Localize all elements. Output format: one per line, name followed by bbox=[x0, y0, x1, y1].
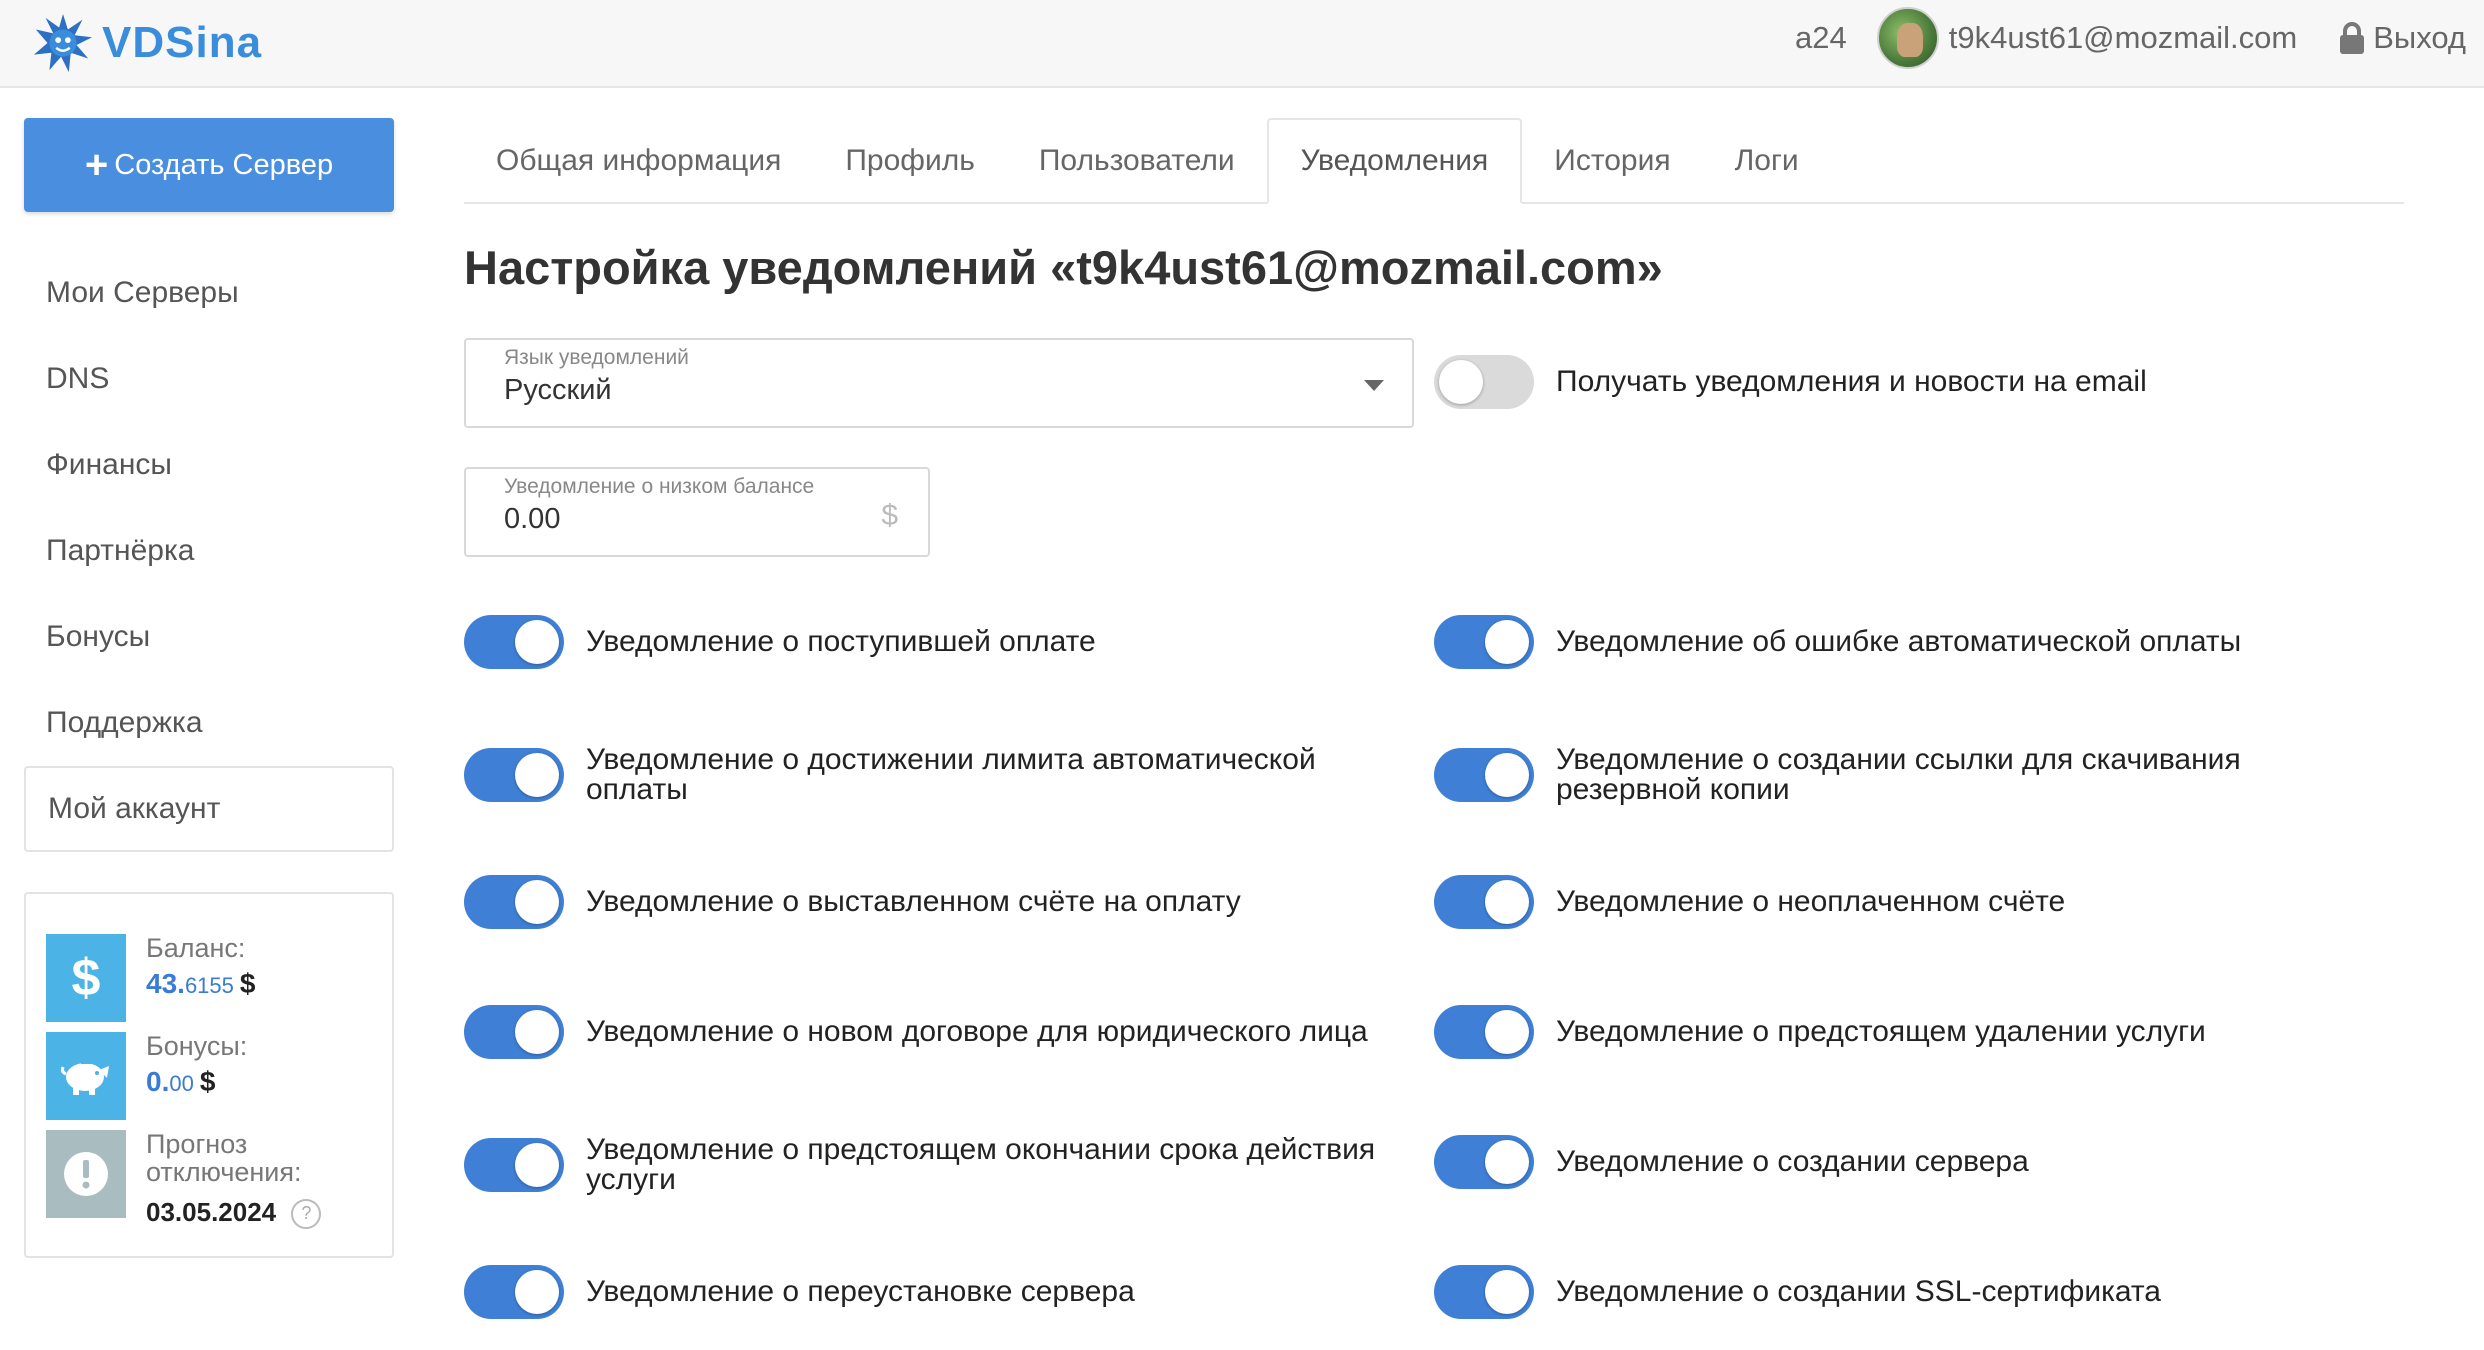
toggle-autopay-limit[interactable] bbox=[464, 748, 564, 802]
forecast-label-line1: Прогноз bbox=[146, 1129, 248, 1159]
create-server-button[interactable]: + Создать Сервер bbox=[24, 118, 394, 212]
lock-icon bbox=[2340, 22, 2365, 54]
toggle-row-autopay-error: Уведомление об ошибке автоматической опл… bbox=[1434, 615, 2394, 669]
toggle-autopay-error[interactable] bbox=[1434, 615, 1534, 669]
language-select-label: Язык уведомлений bbox=[504, 346, 689, 369]
page-title: Настройка уведомлений «t9k4ust61@mozmail… bbox=[464, 241, 1663, 294]
piggy-bank-icon bbox=[46, 1032, 126, 1120]
user-area: a24 t9k4ust61@mozmail.com Выход bbox=[1795, 0, 2466, 76]
top-header: VDSina a24 t9k4ust61@mozmail.com Выход bbox=[0, 0, 2484, 88]
balance-label: Баланс: bbox=[146, 933, 246, 963]
toggle-server-created[interactable] bbox=[1434, 1135, 1534, 1189]
account-id: a24 bbox=[1795, 20, 1847, 55]
toggle-label: Уведомление о создании SSL-сертификата bbox=[1556, 1275, 2161, 1308]
avatar[interactable] bbox=[1876, 7, 1939, 69]
bonus-value: 0.00 $ bbox=[146, 1066, 216, 1098]
toggle-unpaid-invoice[interactable] bbox=[1434, 875, 1534, 929]
toggle-label: Уведомление об ошибке автоматической опл… bbox=[1556, 625, 2242, 658]
tab-notifications[interactable]: Уведомления bbox=[1266, 118, 1523, 204]
email-news-toggle-row: Получать уведомления и новости на email bbox=[1434, 355, 2394, 409]
toggle-row-backup-link: Уведомление о создании ссылки для скачив… bbox=[1434, 745, 2394, 805]
help-icon[interactable]: ? bbox=[291, 1198, 322, 1229]
toggle-server-reinstall[interactable] bbox=[464, 1265, 564, 1319]
toggle-label: Уведомление о новом договоре для юридиче… bbox=[586, 1015, 1368, 1048]
bonus-label: Бонусы: bbox=[146, 1031, 248, 1061]
plus-icon: + bbox=[84, 143, 109, 187]
tab-users[interactable]: Пользователи bbox=[1007, 118, 1267, 204]
sidebar-nav: Мои Серверы DNS Финансы Партнёрка Бонусы… bbox=[24, 250, 394, 852]
forecast-label-line2: отключения: bbox=[146, 1157, 302, 1188]
toggle-legal-contract[interactable] bbox=[464, 1005, 564, 1059]
toggle-row-payment-received: Уведомление о поступившей оплате bbox=[464, 615, 1424, 669]
logo-icon bbox=[33, 13, 93, 73]
logo[interactable]: VDSina bbox=[32, 8, 262, 78]
toggle-label: Уведомление о неоплаченном счёте bbox=[1556, 885, 2066, 918]
toggle-label: Уведомление о поступившей оплате bbox=[586, 625, 1096, 658]
toggle-label: Уведомление о создании ссылки для скачив… bbox=[1556, 743, 2241, 806]
logout-link[interactable]: Выход bbox=[2337, 20, 2466, 56]
tab-history[interactable]: История bbox=[1522, 118, 1702, 204]
logo-text: VDSina bbox=[102, 18, 263, 67]
balance-row: $ Баланс: 43.6155 $ bbox=[46, 934, 255, 1022]
language-select-value: Русский bbox=[504, 374, 612, 406]
toggle-backup-link[interactable] bbox=[1434, 748, 1534, 802]
toggle-label: Уведомление о предстоящем удалении услуг… bbox=[1556, 1015, 2206, 1048]
toggle-label: Уведомление о создании сервера bbox=[1556, 1145, 2029, 1178]
dollar-icon: $ bbox=[46, 934, 126, 1022]
toggle-row-unpaid-invoice: Уведомление о неоплаченном счёте bbox=[1434, 875, 2394, 929]
toggle-label: Уведомление о переустановке сервера bbox=[586, 1275, 1135, 1308]
sidebar-item-bonuses[interactable]: Бонусы bbox=[24, 594, 394, 680]
toggle-label: Уведомление о предстоящем окончании срок… bbox=[586, 1133, 1376, 1196]
low-balance-input[interactable]: Уведомление о низком балансе 0.00 $ bbox=[464, 467, 930, 557]
currency-suffix: $ bbox=[881, 499, 898, 532]
toggle-label: Уведомление о достижении лимита автомати… bbox=[586, 743, 1316, 806]
tab-logs[interactable]: Логи bbox=[1703, 118, 1831, 204]
toggle-row-server-created: Уведомление о создании сервера bbox=[1434, 1135, 2394, 1189]
toggle-row-legal-contract: Уведомление о новом договоре для юридиче… bbox=[464, 1005, 1424, 1059]
toggle-row-autopay-limit: Уведомление о достижении лимита автомати… bbox=[464, 745, 1424, 805]
account-tabs: Общая информация Профиль Пользователи Ув… bbox=[464, 118, 2404, 204]
exclamation-icon bbox=[46, 1130, 126, 1218]
toggle-label: Уведомление о выставленном счёте на опла… bbox=[586, 885, 1241, 918]
forecast-value: 03.05.2024 ? bbox=[146, 1196, 322, 1229]
sidebar-item-support[interactable]: Поддержка bbox=[24, 680, 394, 766]
sidebar-item-finance[interactable]: Финансы bbox=[24, 422, 394, 508]
sidebar-item-dns[interactable]: DNS bbox=[24, 336, 394, 422]
sidebar-item-my-account[interactable]: Мой аккаунт bbox=[24, 766, 394, 852]
forecast-date: 03.05.2024 bbox=[146, 1196, 277, 1227]
toggle-row-service-deletion: Уведомление о предстоящем удалении услуг… bbox=[1434, 1005, 2394, 1059]
toggle-service-deletion[interactable] bbox=[1434, 1005, 1534, 1059]
toggle-row-ssl-created: Уведомление о создании SSL-сертификата bbox=[1434, 1265, 2394, 1319]
email-news-toggle-label: Получать уведомления и новости на email bbox=[1556, 365, 2147, 398]
forecast-row: Прогноз отключения: 03.05.2024 ? bbox=[46, 1129, 322, 1229]
sidebar-item-my-servers[interactable]: Мои Серверы bbox=[24, 250, 394, 336]
toggle-invoice-issued[interactable] bbox=[464, 875, 564, 929]
balance-card: $ Баланс: 43.6155 $ Бонусы: 0.00 $ Прогн… bbox=[24, 892, 394, 1258]
toggle-row-invoice-issued: Уведомление о выставленном счёте на опла… bbox=[464, 875, 1424, 929]
toggle-service-expiry[interactable] bbox=[464, 1138, 564, 1192]
low-balance-label: Уведомление о низком балансе bbox=[504, 475, 815, 498]
sidebar-item-partner[interactable]: Партнёрка bbox=[24, 508, 394, 594]
tab-general-info[interactable]: Общая информация bbox=[464, 118, 813, 204]
chevron-down-icon bbox=[1364, 380, 1384, 391]
email-news-toggle[interactable] bbox=[1434, 355, 1534, 409]
low-balance-value: 0.00 bbox=[504, 503, 561, 535]
tab-profile[interactable]: Профиль bbox=[813, 118, 1007, 204]
user-email[interactable]: t9k4ust61@mozmail.com bbox=[1949, 20, 2297, 56]
toggle-row-server-reinstall: Уведомление о переустановке сервера bbox=[464, 1265, 1424, 1319]
balance-value: 43.6155 $ bbox=[146, 968, 256, 1000]
bonus-row: Бонусы: 0.00 $ bbox=[46, 1032, 247, 1120]
toggle-ssl-created[interactable] bbox=[1434, 1265, 1534, 1319]
create-server-label: Создать Сервер bbox=[114, 148, 334, 181]
toggle-row-service-expiry: Уведомление о предстоящем окончании срок… bbox=[464, 1135, 1424, 1195]
logout-label: Выход bbox=[2373, 20, 2466, 55]
language-select[interactable]: Язык уведомлений Русский bbox=[464, 338, 1414, 428]
toggle-payment-received[interactable] bbox=[464, 615, 564, 669]
